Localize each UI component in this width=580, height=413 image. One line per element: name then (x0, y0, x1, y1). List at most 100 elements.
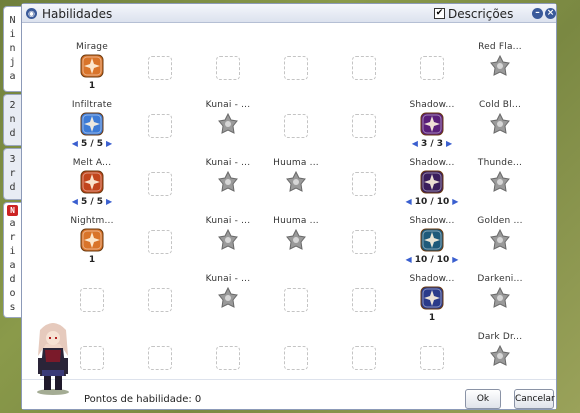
skill-mirage[interactable]: Mirage 1 (58, 32, 126, 91)
skill-name: Infiltrate (71, 100, 113, 110)
tab-variados[interactable]: Nariados (3, 202, 21, 318)
skill-name: Huuma ... (273, 216, 319, 226)
window-menu-icon[interactable]: ◉ (26, 8, 37, 19)
empty-skill-slot (352, 230, 376, 254)
skill-icon[interactable] (80, 228, 104, 252)
skill-name: Kunai - ... (205, 158, 251, 168)
skill-kunai-4[interactable]: Kunai - ... (194, 264, 262, 322)
decrease-level-arrow-icon[interactable]: ◀ (403, 255, 415, 264)
empty-skill-cell (58, 264, 126, 322)
empty-skill-slot (148, 230, 172, 254)
skill-golden[interactable]: Golden ... (466, 206, 534, 264)
empty-skill-slot (284, 288, 308, 312)
locked-skill-icon[interactable] (216, 170, 240, 194)
empty-skill-slot (284, 346, 308, 370)
empty-skill-cell (330, 90, 398, 148)
skill-kunai-2[interactable]: Kunai - ... (194, 148, 262, 206)
empty-skill-slot (148, 56, 172, 80)
skill-huuma-1[interactable]: Huuma ... (262, 148, 330, 206)
locked-skill-icon[interactable] (488, 170, 512, 194)
locked-skill-icon[interactable] (488, 228, 512, 252)
cancel-button[interactable]: Cancelar (514, 389, 555, 409)
locked-skill-icon[interactable] (488, 286, 512, 310)
skill-icon[interactable] (420, 286, 444, 310)
empty-skill-slot (284, 114, 308, 138)
tab-letter: s (9, 302, 16, 313)
skill-thunde[interactable]: Thunde... (466, 148, 534, 206)
decrease-level-arrow-icon[interactable]: ◀ (69, 139, 81, 148)
increase-level-arrow-icon[interactable]: ▶ (443, 139, 455, 148)
empty-skill-slot (80, 346, 104, 370)
skill-icon[interactable] (80, 54, 104, 78)
decrease-level-arrow-icon[interactable]: ◀ (69, 197, 81, 206)
tab-letter: a (9, 218, 16, 229)
tab-letter: a (9, 260, 16, 271)
skill-huuma-2[interactable]: Huuma ... (262, 206, 330, 264)
increase-level-arrow-icon[interactable]: ▶ (103, 139, 115, 148)
empty-skill-cell (126, 322, 194, 380)
minimize-icon[interactable]: – (532, 8, 543, 19)
locked-skill-icon[interactable] (216, 228, 240, 252)
skill-shadow-3[interactable]: Shadow... ◀ 10 / 10 ▶ (398, 206, 466, 265)
locked-skill-icon[interactable] (284, 228, 308, 252)
tab-3rd[interactable]: 3 rd (3, 148, 21, 200)
close-icon[interactable]: × (545, 8, 556, 19)
skill-icon[interactable] (420, 170, 444, 194)
skill-nightm[interactable]: Nightm... 1 (58, 206, 126, 265)
skill-infiltrate[interactable]: Infiltrate ◀ 5 / 5 ▶ (58, 90, 126, 149)
skill-shadow-1[interactable]: Shadow... ◀ 3 / 3 ▶ (398, 90, 466, 149)
increase-level-arrow-icon[interactable]: ▶ (449, 197, 461, 206)
skills-window: ◉ Habilidades ✔ Descrições – × Mirage 1 In… (21, 3, 557, 410)
locked-skill-icon[interactable] (488, 54, 512, 78)
skill-icon[interactable] (80, 170, 104, 194)
skill-icon[interactable] (420, 228, 444, 252)
increase-level-arrow-icon[interactable]: ▶ (103, 197, 115, 206)
locked-skill-icon[interactable] (488, 344, 512, 368)
ok-button[interactable]: Ok (465, 389, 501, 409)
empty-skill-cell (398, 32, 466, 90)
skill-dark-dr[interactable]: Dark Dr... (466, 322, 534, 380)
tab-letter: a (9, 71, 16, 82)
locked-skill-icon-graphic (286, 170, 306, 192)
skill-kunai-3[interactable]: Kunai - ... (194, 206, 262, 264)
empty-skill-slot (420, 56, 444, 80)
tab-ninja[interactable]: Ninja (3, 6, 21, 92)
empty-skill-cell (194, 32, 262, 90)
skill-name: Golden ... (477, 216, 523, 226)
skill-shadow-4[interactable]: Shadow... 1 (398, 264, 466, 323)
locked-skill-icon[interactable] (216, 286, 240, 310)
empty-skill-cell (262, 322, 330, 380)
empty-skill-cell (330, 322, 398, 380)
skill-darkeni[interactable]: Darkeni... (466, 264, 534, 322)
tab-2nd[interactable]: 2 nd (3, 94, 21, 146)
character-avatar (37, 323, 69, 395)
empty-skill-slot (216, 56, 240, 80)
skill-kunai-1[interactable]: Kunai - ... (194, 90, 262, 148)
skill-cold-bl[interactable]: Cold Bl... (466, 90, 534, 148)
skill-red-fla[interactable]: Red Fla... (466, 32, 534, 90)
empty-skill-slot (148, 172, 172, 196)
skill-shadow-2[interactable]: Shadow... ◀ 10 / 10 ▶ (398, 148, 466, 207)
skill-name: Dark Dr... (477, 332, 523, 342)
increase-level-arrow-icon[interactable]: ▶ (449, 255, 461, 264)
skill-name: Darkeni... (477, 274, 523, 284)
empty-skill-cell (330, 264, 398, 322)
locked-skill-icon[interactable] (284, 170, 308, 194)
empty-skill-cell (126, 206, 194, 264)
empty-skill-cell (126, 148, 194, 206)
skill-melt-a[interactable]: Melt A... ◀ 5 / 5 ▶ (58, 148, 126, 207)
empty-skill-cell (126, 90, 194, 148)
side-tabs: Ninja 2nd 3rd Nariados (3, 6, 21, 318)
skill-icon[interactable] (80, 112, 104, 136)
footer: Pontos de habilidade: 0 Ok Cancelar (22, 379, 556, 409)
locked-skill-icon[interactable] (216, 112, 240, 136)
empty-skill-slot (284, 56, 308, 80)
locked-skill-icon[interactable] (488, 112, 512, 136)
new-badge: N (7, 205, 18, 216)
decrease-level-arrow-icon[interactable]: ◀ (403, 197, 415, 206)
skill-name: Nightm... (70, 216, 114, 226)
skill-name: Shadow... (409, 274, 455, 284)
decrease-level-arrow-icon[interactable]: ◀ (409, 139, 421, 148)
descriptions-checkbox[interactable]: ✔ (434, 8, 445, 19)
skill-icon[interactable] (420, 112, 444, 136)
